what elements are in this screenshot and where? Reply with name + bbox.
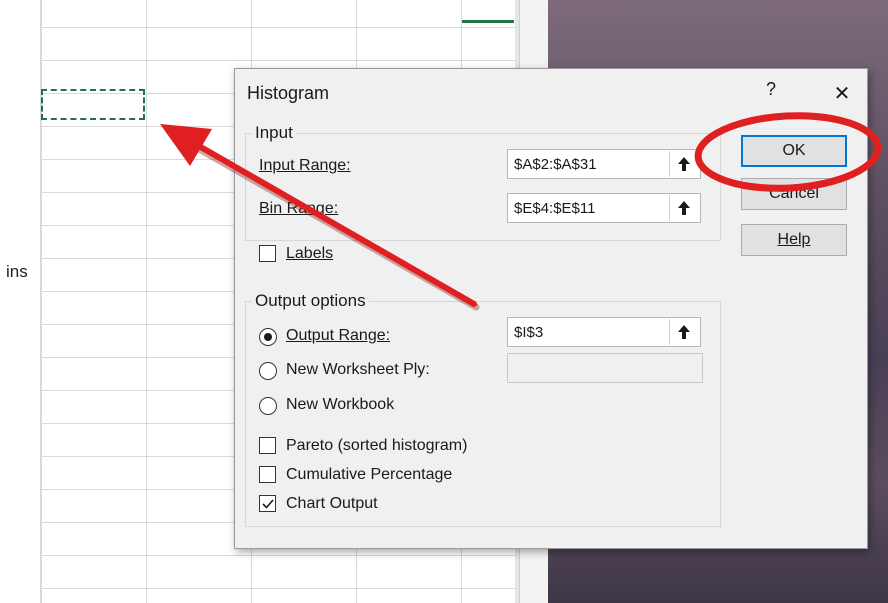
labels-text: Labels [286,245,334,262]
input-group-legend: Input [252,123,296,143]
bin-range-label-text: Bin Range: [259,200,339,217]
dialog-title: Histogram [247,83,330,103]
output-range-label-text: Output Range: [286,327,391,344]
new-workbook-radio[interactable] [259,397,277,415]
input-range-value: $A$2:$A$31 [514,156,597,173]
bin-range-field[interactable]: $E$4:$E$11 [507,193,701,223]
output-range-radio[interactable] [259,328,277,346]
cumulative-percentage-label[interactable]: Cumulative Percentage [286,466,452,484]
collapse-arrow-icon [678,201,690,215]
output-group-legend: Output options [252,291,369,311]
bin-range-value: $E$4:$E$11 [514,200,596,217]
new-worksheet-radio[interactable] [259,362,277,380]
chart-output-checkbox[interactable] [259,495,276,512]
ok-button[interactable]: OK [741,135,847,167]
pareto-checkbox[interactable] [259,437,276,454]
column-a[interactable] [0,0,41,603]
bin-range-collapse-button[interactable] [669,195,699,221]
cancel-button[interactable]: Cancel [741,178,847,210]
histogram-dialog: Histogram ? ✕ Input Input Range: $A$2:$A… [234,68,868,549]
collapse-arrow-icon [678,157,690,171]
new-worksheet-label[interactable]: New Worksheet Ply: [286,361,430,379]
input-range-collapse-button[interactable] [669,151,699,177]
help-icon[interactable]: ? [761,79,781,100]
input-range-label-text: Input Range: [259,157,351,174]
new-workbook-label[interactable]: New Workbook [286,396,394,414]
labels-checkbox[interactable] [259,245,276,262]
output-range-value: $I$3 [514,324,544,341]
bin-range-label: Bin Range: [259,200,338,218]
cumulative-percentage-checkbox[interactable] [259,466,276,483]
chart-output-label[interactable]: Chart Output [286,495,378,513]
output-range-label[interactable]: Output Range: [286,327,390,345]
collapse-arrow-icon [678,325,690,339]
output-range-collapse-button[interactable] [669,319,699,345]
pareto-label[interactable]: Pareto (sorted histogram) [286,437,467,455]
active-cell-indicator [462,20,514,23]
help-button-label: Help [777,231,811,248]
checkmark-icon [262,499,274,509]
input-range-label: Input Range: [259,157,351,175]
labels-checkbox-label[interactable]: Labels [286,245,333,263]
close-icon[interactable]: ✕ [831,81,853,106]
selected-cell-marquee[interactable] [41,89,145,120]
output-range-field[interactable]: $I$3 [507,317,701,347]
new-worksheet-name-field[interactable] [507,353,703,383]
input-range-field[interactable]: $A$2:$A$31 [507,149,701,179]
cell-text: ins [6,262,28,281]
help-button[interactable]: Help [741,224,847,256]
